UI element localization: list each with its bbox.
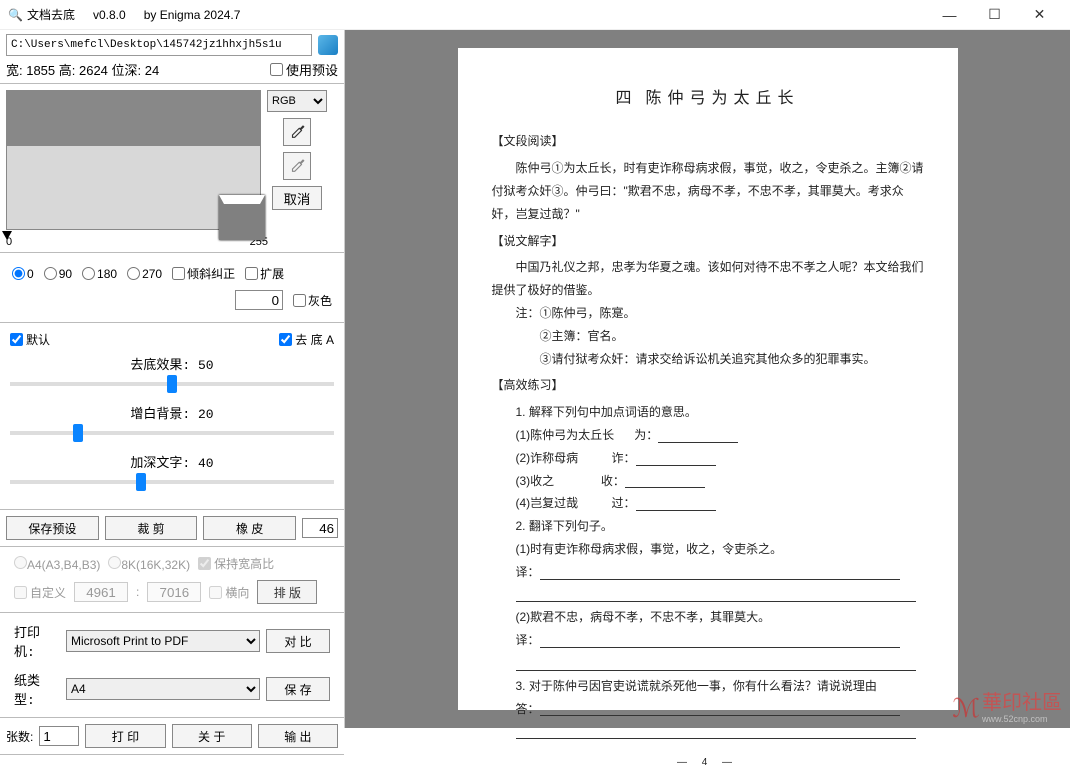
doc-title: 四陈仲弓为太丘长: [492, 84, 924, 114]
rotate-270[interactable]: 270: [127, 267, 162, 281]
minimize-button[interactable]: —: [927, 0, 972, 30]
save-button[interactable]: 保 存: [266, 677, 330, 701]
printer-select[interactable]: Microsoft Print to PDF: [66, 630, 260, 652]
color-mode-select[interactable]: RGB: [267, 90, 327, 112]
custom-width-input[interactable]: [74, 582, 128, 602]
bg-effect-label: 去底效果: 50: [10, 354, 334, 373]
gray-checkbox[interactable]: 灰色: [293, 292, 332, 309]
cancel-button[interactable]: 取消: [272, 186, 322, 210]
histogram-preview[interactable]: [6, 90, 261, 230]
watermark-logo-icon: ℳ: [952, 693, 980, 724]
printer-label: 打印机:: [14, 622, 60, 660]
contrast-button[interactable]: 对 比: [266, 629, 330, 653]
app-title: 文档去底: [27, 6, 75, 23]
image-info: 宽: 1855 高: 2624 位深: 24: [6, 60, 264, 79]
save-preset-button[interactable]: 保存预设: [6, 516, 99, 540]
tilt-value-input[interactable]: [235, 290, 283, 310]
app-icon: 🔍: [8, 8, 23, 22]
rotate-0[interactable]: 0: [12, 267, 34, 281]
open-file-icon[interactable]: [318, 35, 338, 55]
paper-type-label: 纸类型:: [14, 670, 60, 708]
path-input[interactable]: [6, 34, 312, 56]
keep-ratio-checkbox[interactable]: 保持宽高比: [198, 555, 274, 572]
page-number: — 4 —: [492, 753, 924, 772]
maximize-button[interactable]: ☐: [972, 0, 1017, 30]
app-version: v0.8.0: [93, 8, 126, 22]
eyedropper-light-icon[interactable]: [283, 152, 311, 180]
bg-effect-slider[interactable]: [10, 382, 334, 386]
sheets-label: 张数:: [6, 728, 33, 745]
custom-size-checkbox[interactable]: 自定义: [14, 584, 66, 601]
rotate-180[interactable]: 180: [82, 267, 117, 281]
app-author: by Enigma 2024.7: [144, 8, 241, 22]
document-page: 四陈仲弓为太丘长 【文段阅读】 陈仲弓①为太丘长，时有吏诈称母病求假，事觉，收之…: [458, 48, 958, 710]
preview-viewport[interactable]: 四陈仲弓为太丘长 【文段阅读】 陈仲弓①为太丘长，时有吏诈称母病求假，事觉，收之…: [345, 30, 1070, 728]
use-preset-checkbox[interactable]: 使用预设: [270, 60, 338, 79]
watermark: ℳ 華印社區 www.52cnp.com: [952, 686, 1062, 724]
whiten-slider[interactable]: [10, 431, 334, 435]
darken-slider[interactable]: [10, 480, 334, 484]
paper-8k-radio[interactable]: 8K(16K,32K): [108, 556, 190, 572]
custom-height-input[interactable]: [147, 582, 201, 602]
remove-bg-a-checkbox[interactable]: 去 底 A: [279, 331, 334, 348]
expand-checkbox[interactable]: 扩展: [245, 265, 284, 282]
landscape-checkbox[interactable]: 横向: [209, 584, 249, 601]
eraser-size-input[interactable]: [302, 518, 338, 538]
paper-type-select[interactable]: A4: [66, 678, 260, 700]
close-button[interactable]: ✕: [1017, 0, 1062, 30]
whiten-label: 增白背景: 20: [10, 403, 334, 422]
crop-button[interactable]: 裁 剪: [105, 516, 198, 540]
darken-label: 加深文字: 40: [10, 452, 334, 471]
layout-button[interactable]: 排 版: [257, 580, 317, 604]
rotate-90[interactable]: 90: [44, 267, 72, 281]
default-checkbox[interactable]: 默认: [10, 331, 50, 348]
eyedropper-dark-icon[interactable]: [283, 118, 311, 146]
eraser-button[interactable]: 橡 皮: [203, 516, 296, 540]
sheets-input[interactable]: [39, 726, 79, 746]
paper-a4-radio[interactable]: A4(A3,B4,B3): [14, 556, 100, 572]
tilt-correct-checkbox[interactable]: 倾斜纠正: [172, 265, 235, 282]
